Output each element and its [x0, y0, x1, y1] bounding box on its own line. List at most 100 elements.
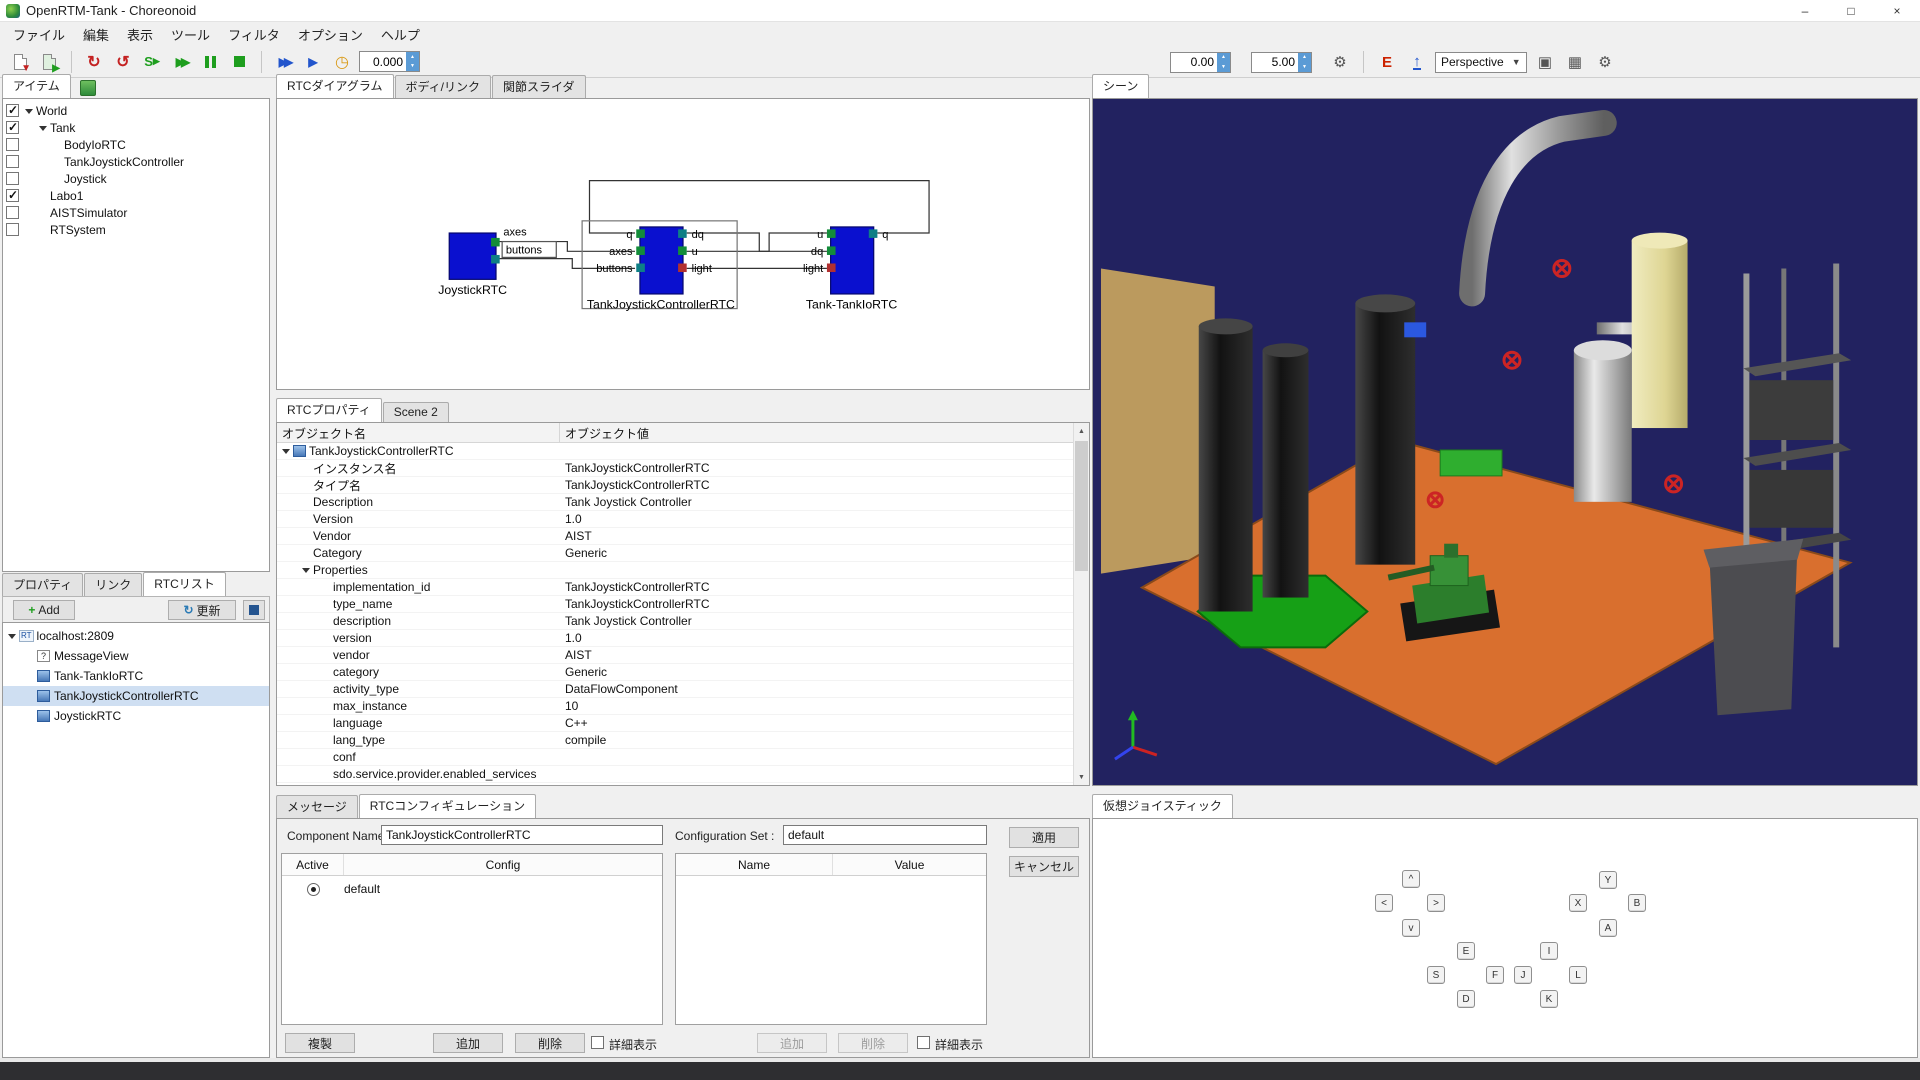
tab[interactable]: RTCリスト: [143, 572, 225, 596]
item-checkbox[interactable]: [6, 206, 19, 219]
fit-view-icon[interactable]: ↑: [1405, 50, 1429, 74]
property-row[interactable]: conf: [277, 749, 1089, 766]
tab[interactable]: 関節スライダ: [492, 75, 586, 98]
save-project-icon[interactable]: ▼: [8, 50, 32, 74]
resume-simulation-icon[interactable]: ▶▶: [169, 50, 193, 74]
menu-item[interactable]: 編集: [74, 22, 118, 47]
joystick-key[interactable]: A: [1599, 919, 1617, 937]
joystick-key[interactable]: >: [1427, 894, 1445, 912]
config-set-table[interactable]: Active Config default: [281, 853, 663, 1025]
playback-start-spinbox[interactable]: ▲▼: [1170, 52, 1231, 73]
expander-icon[interactable]: [301, 565, 311, 575]
property-row[interactable]: language C++: [277, 715, 1089, 732]
time-sync-icon[interactable]: ◷: [330, 50, 354, 74]
config-set-row[interactable]: default: [282, 876, 662, 902]
delete-value-button[interactable]: 削除: [838, 1033, 908, 1053]
duplicate-button[interactable]: 複製: [285, 1033, 355, 1053]
scroll-down-icon[interactable]: ▼: [1074, 769, 1089, 785]
rtc-list-item[interactable]: TankJoystickControllerRTC: [3, 686, 269, 706]
seek-playback-icon[interactable]: ▶▶: [272, 50, 296, 74]
item-checkbox[interactable]: [6, 121, 19, 134]
playback-start-stepper[interactable]: ▲▼: [1217, 53, 1230, 72]
tree-item[interactable]: Tank: [3, 119, 269, 136]
joystick-key[interactable]: J: [1514, 966, 1532, 984]
property-row[interactable]: category Generic: [277, 664, 1089, 681]
tab[interactable]: メッセージ: [276, 795, 358, 818]
add-rtc-button[interactable]: +Add: [13, 600, 75, 620]
rtc-list-item[interactable]: Tank-TankIoRTC: [3, 666, 269, 686]
item-checkbox[interactable]: [6, 138, 19, 151]
expander-icon[interactable]: [7, 631, 17, 641]
property-row[interactable]: Category Generic: [277, 545, 1089, 562]
tree-item[interactable]: Labo1: [3, 187, 269, 204]
menu-item[interactable]: 表示: [118, 22, 162, 47]
joystick-key[interactable]: E: [1457, 942, 1475, 960]
config-active-radio[interactable]: [307, 883, 320, 896]
scene-3d-view[interactable]: [1093, 99, 1917, 785]
tree-item[interactable]: Joystick: [3, 170, 269, 187]
playback-end-spinbox[interactable]: ▲▼: [1251, 52, 1312, 73]
joystick-key[interactable]: ^: [1402, 870, 1420, 888]
property-scrollbar[interactable]: ▲ ▼: [1073, 423, 1089, 785]
tab[interactable]: プロパティ: [2, 573, 83, 596]
property-row[interactable]: Properties: [277, 562, 1089, 579]
tree-item[interactable]: BodyIoRTC: [3, 136, 269, 153]
add-value-button[interactable]: 追加: [757, 1033, 827, 1053]
playback-start-input[interactable]: [1171, 53, 1217, 72]
tab[interactable]: ボディ/リンク: [395, 75, 492, 98]
tab[interactable]: RTCコンフィギュレーション: [359, 794, 536, 818]
close-button[interactable]: ×: [1874, 0, 1920, 21]
scroll-up-icon[interactable]: ▲: [1074, 423, 1089, 439]
maximize-button[interactable]: □: [1828, 0, 1874, 21]
tree-item[interactable]: AISTSimulator: [3, 204, 269, 221]
rtc-diagram-canvas[interactable]: JoystickRTC axes buttons TankJoystickCon…: [277, 99, 1089, 389]
item-checkbox[interactable]: [6, 155, 19, 168]
scene-settings-icon[interactable]: ⚙: [1593, 50, 1617, 74]
joystick-key[interactable]: F: [1486, 966, 1504, 984]
component-name-field[interactable]: TankJoystickControllerRTC: [381, 825, 663, 845]
detail-view-checkbox[interactable]: [591, 1036, 604, 1049]
item-checkbox[interactable]: [6, 104, 19, 117]
item-checkbox[interactable]: [6, 189, 19, 202]
store-world-state-icon[interactable]: ↻: [82, 50, 106, 74]
joystick-key[interactable]: D: [1457, 990, 1475, 1008]
column-object-name[interactable]: オブジェクト名: [277, 423, 560, 442]
item-checkbox[interactable]: [6, 223, 19, 236]
rtc-list-item[interactable]: JoystickRTC: [3, 706, 269, 726]
property-row[interactable]: Version 1.0: [277, 511, 1089, 528]
joystick-key[interactable]: B: [1628, 894, 1646, 912]
joystick-key[interactable]: X: [1569, 894, 1587, 912]
detail-view-checkbox-2[interactable]: [917, 1036, 930, 1049]
property-row[interactable]: sdo.service.provider.enabled_services: [277, 766, 1089, 783]
property-row[interactable]: Vendor AIST: [277, 528, 1089, 545]
restore-world-state-icon[interactable]: ↺: [111, 50, 135, 74]
property-row[interactable]: TankJoystickControllerRTC: [277, 443, 1089, 460]
rtc-list-item[interactable]: MessageView: [3, 646, 269, 666]
tree-item[interactable]: World: [3, 102, 269, 119]
time-settings-icon[interactable]: ⚙: [1328, 50, 1352, 74]
property-row[interactable]: vendor AIST: [277, 647, 1089, 664]
add-config-button[interactable]: 追加: [433, 1033, 503, 1053]
joystick-key[interactable]: L: [1569, 966, 1587, 984]
scrollbar-thumb[interactable]: [1075, 441, 1088, 571]
property-row[interactable]: activity_type DataFlowComponent: [277, 681, 1089, 698]
column-object-value[interactable]: オブジェクト値: [560, 423, 1089, 442]
menu-item[interactable]: オプション: [289, 22, 372, 47]
property-row[interactable]: description Tank Joystick Controller: [277, 613, 1089, 630]
time-spinbox[interactable]: ▲▼: [359, 51, 420, 72]
configuration-set-field[interactable]: default: [783, 825, 987, 845]
joystick-key[interactable]: Y: [1599, 871, 1617, 889]
joystick-key[interactable]: S: [1427, 966, 1445, 984]
start-simulation-icon[interactable]: S▶: [140, 50, 164, 74]
joystick-key[interactable]: I: [1540, 942, 1558, 960]
playback-end-stepper[interactable]: ▲▼: [1298, 53, 1311, 72]
tab[interactable]: Scene 2: [383, 402, 449, 422]
property-row[interactable]: implementation_id TankJoystickController…: [277, 579, 1089, 596]
tab[interactable]: RTCプロパティ: [276, 398, 382, 422]
item-checkbox[interactable]: [6, 172, 19, 185]
tab[interactable]: RTCダイアグラム: [276, 74, 394, 98]
menu-item[interactable]: ツール: [162, 22, 219, 47]
collision-view-icon[interactable]: ▣: [1533, 50, 1557, 74]
new-item-icon[interactable]: [80, 80, 96, 96]
property-row[interactable]: max_instance 10: [277, 698, 1089, 715]
